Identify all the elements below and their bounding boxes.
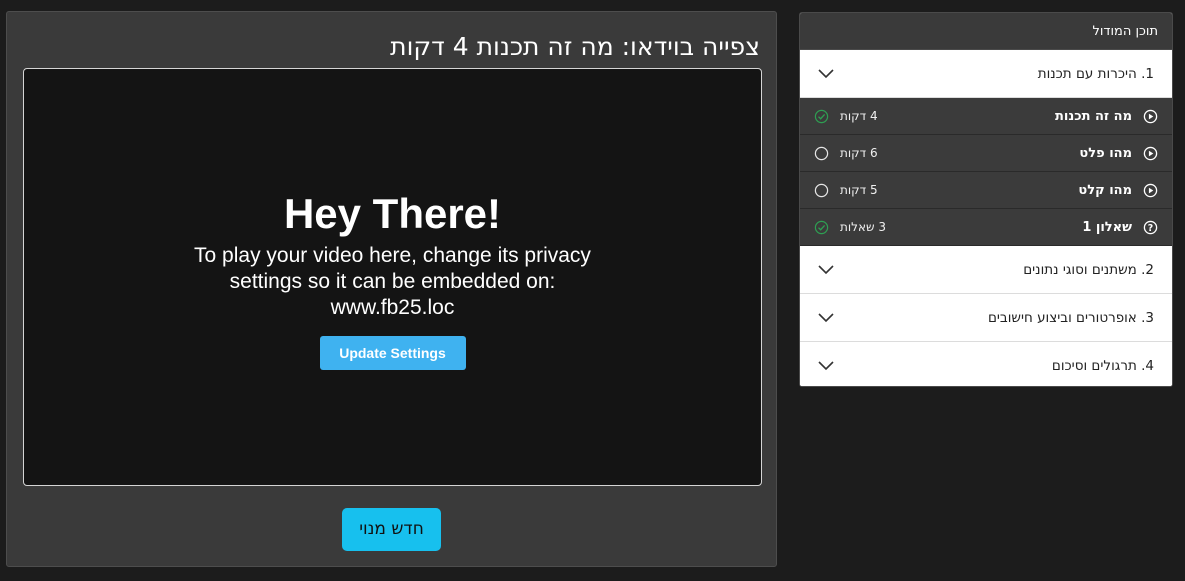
lesson-question-count: 3 שאלות xyxy=(840,220,886,234)
section-label: 3. אופרטורים וביצוע חישובים xyxy=(987,310,1154,326)
module-content-sidebar: תוכן המודול 1. היכרות עם תכנות מה זה תכנ… xyxy=(799,12,1173,387)
play-circle-icon xyxy=(1143,109,1158,124)
lesson-duration: 4 דקות xyxy=(840,109,878,123)
section-label: 1. היכרות עם תכנות xyxy=(1037,66,1154,82)
lesson-item-what-is-input[interactable]: מהו קלט 5 דקות xyxy=(800,172,1172,209)
svg-text:?: ? xyxy=(1148,223,1153,234)
video-player[interactable]: Hey There! To play your video here, chan… xyxy=(23,68,762,486)
check-circle-icon xyxy=(814,109,829,124)
chevron-down-icon xyxy=(818,313,834,323)
lesson-title: מהו קלט xyxy=(1078,183,1132,198)
embed-text-line: To play your video here, change its priv… xyxy=(194,244,591,293)
section-3[interactable]: 3. אופרטורים וביצוע חישובים xyxy=(800,294,1172,342)
play-circle-icon xyxy=(1143,146,1158,161)
check-circle-icon xyxy=(814,220,829,235)
new-subscription-button[interactable]: חדש מנוי xyxy=(342,508,441,551)
lesson-duration: 5 דקות xyxy=(840,183,878,197)
section-label: 4. תרגולים וסיכום xyxy=(1051,358,1154,374)
section-label: 2. משתנים וסוגי נתונים xyxy=(1023,262,1154,278)
chevron-down-icon xyxy=(818,69,834,79)
section-4[interactable]: 4. תרגולים וסיכום xyxy=(800,342,1172,386)
lesson-title: מה זה תכנות xyxy=(1054,109,1132,124)
empty-circle-icon xyxy=(814,183,829,198)
question-circle-icon: ? xyxy=(1143,220,1158,235)
lesson-title: שאלון 1 xyxy=(1082,220,1132,235)
chevron-down-icon xyxy=(818,361,834,371)
video-panel: צפייה בוידאו: מה זה תכנות 4 דקות Hey The… xyxy=(6,11,777,567)
chevron-down-icon xyxy=(818,265,834,275)
play-circle-icon xyxy=(1143,183,1158,198)
lesson-title: מהו פלט xyxy=(1079,146,1132,161)
embed-heading: Hey There! xyxy=(283,190,502,237)
embed-text: To play your video here, change its priv… xyxy=(24,243,761,295)
section-1[interactable]: 1. היכרות עם תכנות xyxy=(800,50,1172,98)
lesson-item-what-is-output[interactable]: מהו פלט 6 דקות xyxy=(800,135,1172,172)
sidebar-header: תוכן המודול xyxy=(800,13,1172,50)
section-2[interactable]: 2. משתנים וסוגי נתונים xyxy=(800,246,1172,294)
lesson-item-quiz-1[interactable]: ? שאלון 1 3 שאלות xyxy=(800,209,1172,246)
lesson-item-what-is-programming[interactable]: מה זה תכנות 4 דקות xyxy=(800,98,1172,135)
embed-message: Hey There! To play your video here, chan… xyxy=(24,189,761,370)
lesson-duration: 6 דקות xyxy=(840,146,878,160)
update-settings-button[interactable]: Update Settings xyxy=(319,336,466,370)
empty-circle-icon xyxy=(814,146,829,161)
embed-url: www.fb25.loc xyxy=(330,296,455,319)
video-title: צפייה בוידאו: מה זה תכנות 4 דקות xyxy=(390,32,760,61)
